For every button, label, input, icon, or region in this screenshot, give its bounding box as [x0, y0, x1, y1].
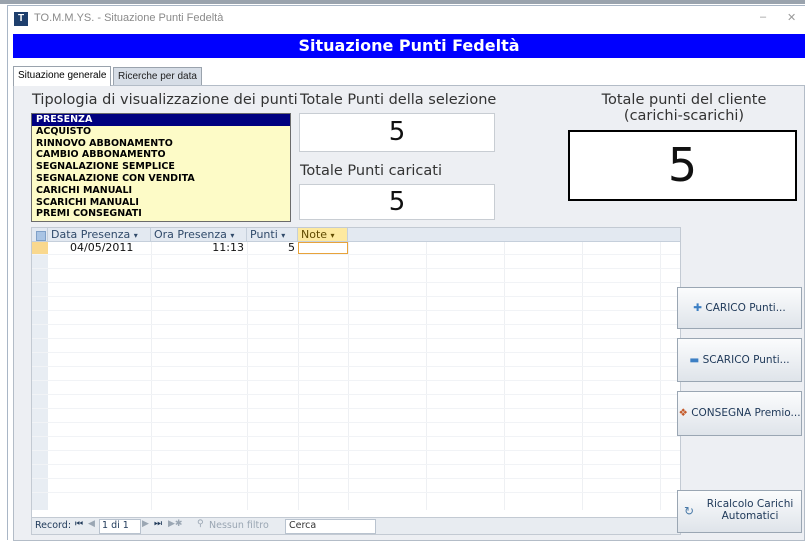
grid-line [32, 282, 680, 283]
totale-cliente-value: 5 [568, 130, 797, 201]
list-item[interactable]: SEGNALAZIONE CON VENDITA [32, 173, 290, 185]
next-record-icon[interactable]: ▶ [142, 519, 149, 529]
consegna-premio-button[interactable]: ❖ CONSEGNA Premio... [677, 391, 802, 436]
list-item[interactable]: PRESENZA [32, 114, 290, 126]
column-header-label: Punti [250, 228, 278, 241]
sort-arrow-icon: ▾ [330, 231, 335, 240]
header-filler [348, 228, 680, 242]
list-item[interactable]: CAMBIO ABBONAMENTO [32, 149, 290, 161]
grid-line [32, 338, 680, 339]
tipologia-listbox[interactable]: PRESENZA ACQUISTO RINNOVO ABBONAMENTO CA… [31, 113, 291, 222]
grid-line [32, 310, 680, 311]
cell-note[interactable] [298, 242, 348, 254]
tab-situazione-generale[interactable]: Situazione generale [13, 66, 112, 86]
filter-icon: ⚲ [197, 519, 204, 529]
column-header-punti[interactable]: Punti ▾ [247, 228, 298, 242]
totale-caricati-value: 5 [299, 184, 495, 220]
select-all-corner[interactable] [32, 228, 48, 242]
cell-punti[interactable]: 5 [247, 242, 295, 254]
cell-ora-presenza[interactable]: 11:13 [151, 242, 244, 254]
ricalcolo-label-line2: Automatici [721, 510, 779, 522]
tab-ricerche-per-data[interactable]: Ricerche per data [113, 67, 202, 85]
sort-arrow-icon: ▾ [230, 231, 235, 240]
select-all-icon [36, 231, 46, 241]
grid-line [32, 296, 680, 297]
record-selector-column [32, 254, 48, 510]
column-header-label: Note [301, 228, 328, 241]
totale-cliente-sublabel: (carichi-scarichi) [623, 108, 745, 124]
totale-selezione-label: Totale Punti della selezione [300, 92, 497, 108]
form-header: Situazione Punti Fedeltà [13, 34, 805, 58]
record-label: Record: [35, 520, 72, 531]
minimize-icon[interactable]: – [760, 11, 766, 23]
gift-icon: ❖ [678, 407, 688, 419]
grid-line [32, 478, 680, 479]
column-header-ora-presenza[interactable]: Ora Presenza ▾ [151, 228, 247, 242]
search-field[interactable]: Cerca [285, 519, 376, 534]
grid-line [32, 268, 680, 269]
ricalcolo-label-line1: Ricalcolo Carichi [706, 498, 794, 510]
prev-record-icon[interactable]: ◀ [88, 519, 95, 529]
new-record-icon[interactable]: ▶✱ [168, 519, 182, 529]
carico-punti-button[interactable]: ✚ CARICO Punti... [677, 287, 802, 329]
grid-line [32, 380, 680, 381]
totale-cliente-label: Totale punti del cliente [601, 92, 767, 108]
filter-status[interactable]: Nessun filtro [209, 520, 269, 531]
refresh-icon: ↻ [684, 504, 695, 518]
list-item[interactable]: ACQUISTO [32, 126, 290, 138]
current-record-field[interactable]: 1 di 1 [99, 519, 141, 534]
grid-line [32, 450, 680, 451]
close-icon[interactable]: ✕ [787, 11, 796, 24]
scarico-punti-button[interactable]: ▬ SCARICO Punti... [677, 338, 802, 382]
grid-line [32, 254, 680, 255]
grid-line [32, 422, 680, 423]
tipologia-label: Tipologia di visualizzazione dei punti [32, 92, 298, 108]
window-title: TO.M.M.YS. - Situazione Punti Fedeltà [34, 12, 224, 24]
grid-line [32, 366, 680, 367]
totale-caricati-label: Totale Punti caricati [300, 163, 443, 179]
title-bar: T TO.M.M.YS. - Situazione Punti Fedeltà … [8, 6, 805, 34]
column-header-data-presenza[interactable]: Data Presenza ▾ [48, 228, 151, 242]
list-item[interactable]: SCARICHI MANUALI [32, 197, 290, 209]
sort-arrow-icon: ▾ [133, 231, 138, 240]
last-record-icon[interactable]: ⏭ [154, 519, 162, 529]
list-item[interactable]: SEGNALAZIONE SEMPLICE [32, 161, 290, 173]
grid-line [32, 324, 680, 325]
app-window: T TO.M.M.YS. - Situazione Punti Fedeltà … [7, 5, 805, 541]
grid-line [32, 394, 680, 395]
grid-line [32, 436, 680, 437]
sort-arrow-icon: ▾ [281, 231, 286, 240]
list-item[interactable]: RINNOVO ABBONAMENTO [32, 138, 290, 150]
background-window-strip [0, 0, 805, 4]
carico-punti-label: CARICO Punti... [705, 302, 786, 314]
list-item[interactable]: CARICHI MANUALI [32, 185, 290, 197]
record-selector[interactable] [32, 242, 48, 254]
column-header-note[interactable]: Note ▾ [298, 228, 348, 242]
first-record-icon[interactable]: ⏮ [75, 519, 83, 529]
record-navigator: Record: ⏮ ◀ 1 di 1 ▶ ⏭ ▶✱ ⚲ Nessun filtr… [32, 517, 680, 534]
punti-datasheet: Data Presenza ▾ Ora Presenza ▾ Punti ▾ N… [31, 227, 681, 535]
app-icon: T [14, 12, 28, 26]
list-item[interactable]: PREMI CONSEGNATI [32, 208, 290, 220]
cell-data-presenza[interactable]: 04/05/2011 [70, 242, 133, 254]
grid-line [32, 408, 680, 409]
column-header-label: Ora Presenza [154, 228, 227, 241]
totale-selezione-value: 5 [299, 113, 495, 152]
ricalcolo-carichi-button[interactable]: ↻ Ricalcolo Carichi Automatici [677, 490, 802, 533]
grid-line [32, 492, 680, 493]
grid-line [32, 464, 680, 465]
consegna-premio-label: CONSEGNA Premio... [691, 407, 801, 419]
column-header-label: Data Presenza [51, 228, 131, 241]
scarico-punti-label: SCARICO Punti... [702, 354, 790, 366]
minus-icon: ▬ [689, 354, 700, 366]
plus-icon: ✚ [693, 302, 703, 314]
grid-line [32, 352, 680, 353]
